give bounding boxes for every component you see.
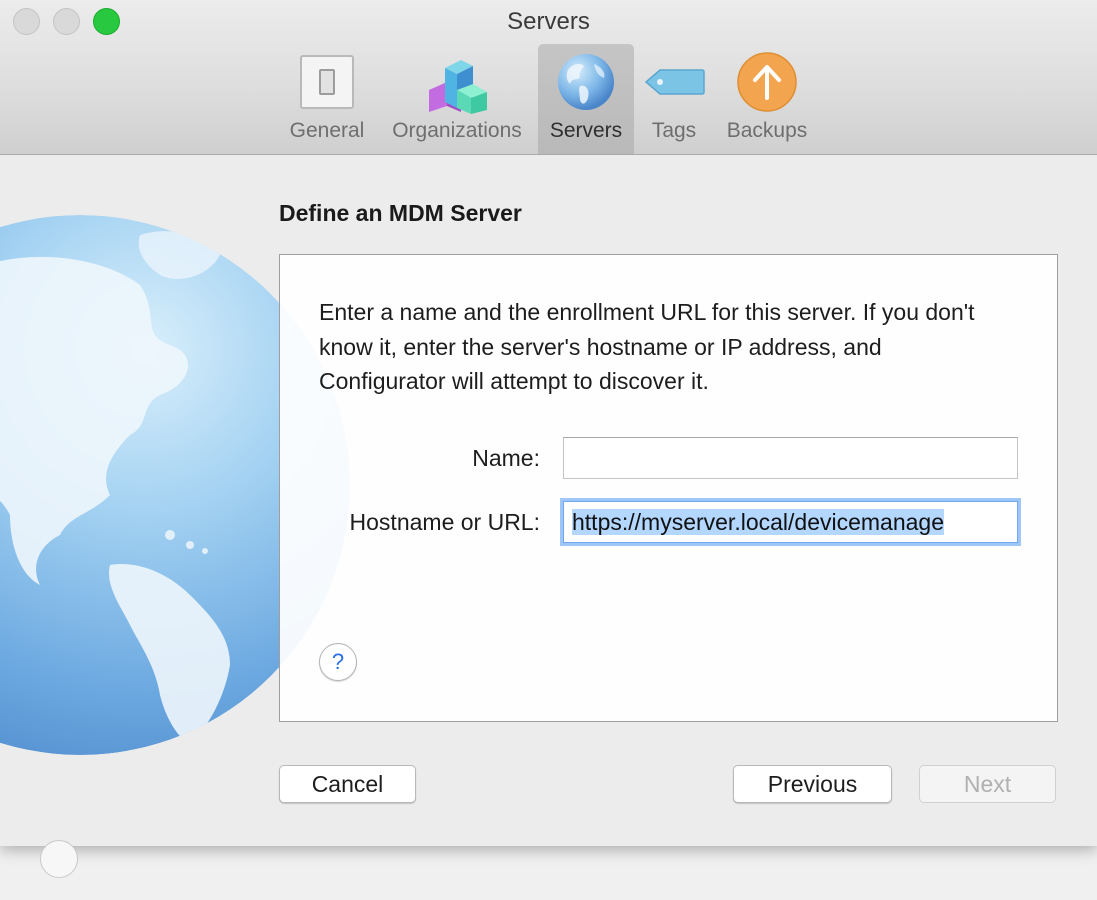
- underlying-add-button[interactable]: [40, 840, 78, 878]
- instructions-text: Enter a name and the enrollment URL for …: [319, 299, 975, 394]
- blocks-icon: [429, 60, 487, 114]
- tab-servers-label: Servers: [549, 119, 623, 142]
- help-button[interactable]: ?: [319, 643, 357, 681]
- servers-window: Servers General Organizations Servers Ta…: [0, 0, 1097, 846]
- window-title: Servers: [507, 8, 590, 35]
- upload-arrow-icon: [737, 52, 797, 112]
- next-button[interactable]: Next: [919, 765, 1056, 803]
- tab-tags[interactable]: Tags: [640, 44, 708, 154]
- name-field[interactable]: [563, 437, 1018, 479]
- content-panel: Enter a name and the enrollment URL for …: [279, 254, 1058, 722]
- hostname-field-value: https://myserver.local/devicemanage: [572, 509, 945, 535]
- tab-backups[interactable]: Backups: [718, 44, 816, 154]
- previous-button[interactable]: Previous: [733, 765, 892, 803]
- hostname-label: Hostname or URL:: [349, 509, 540, 535]
- hostname-field[interactable]: https://myserver.local/devicemanage: [563, 501, 1018, 543]
- tab-organizations-label: Organizations: [392, 119, 522, 142]
- tab-general[interactable]: General: [284, 44, 370, 154]
- tab-backups-label: Backups: [726, 119, 808, 142]
- name-label: Name:: [472, 445, 540, 471]
- globe-icon: [558, 54, 614, 110]
- tag-icon: [644, 69, 705, 95]
- tab-servers[interactable]: Servers: [538, 44, 634, 154]
- tab-general-label: General: [289, 119, 365, 142]
- toolbar: Servers General Organizations Servers Ta…: [0, 0, 1097, 155]
- tab-tags-label: Tags: [651, 119, 697, 142]
- sheet-heading: Define an MDM Server: [279, 200, 522, 226]
- switch-icon: [300, 55, 354, 109]
- cancel-button[interactable]: Cancel: [279, 765, 416, 803]
- tab-organizations[interactable]: Organizations: [383, 44, 531, 154]
